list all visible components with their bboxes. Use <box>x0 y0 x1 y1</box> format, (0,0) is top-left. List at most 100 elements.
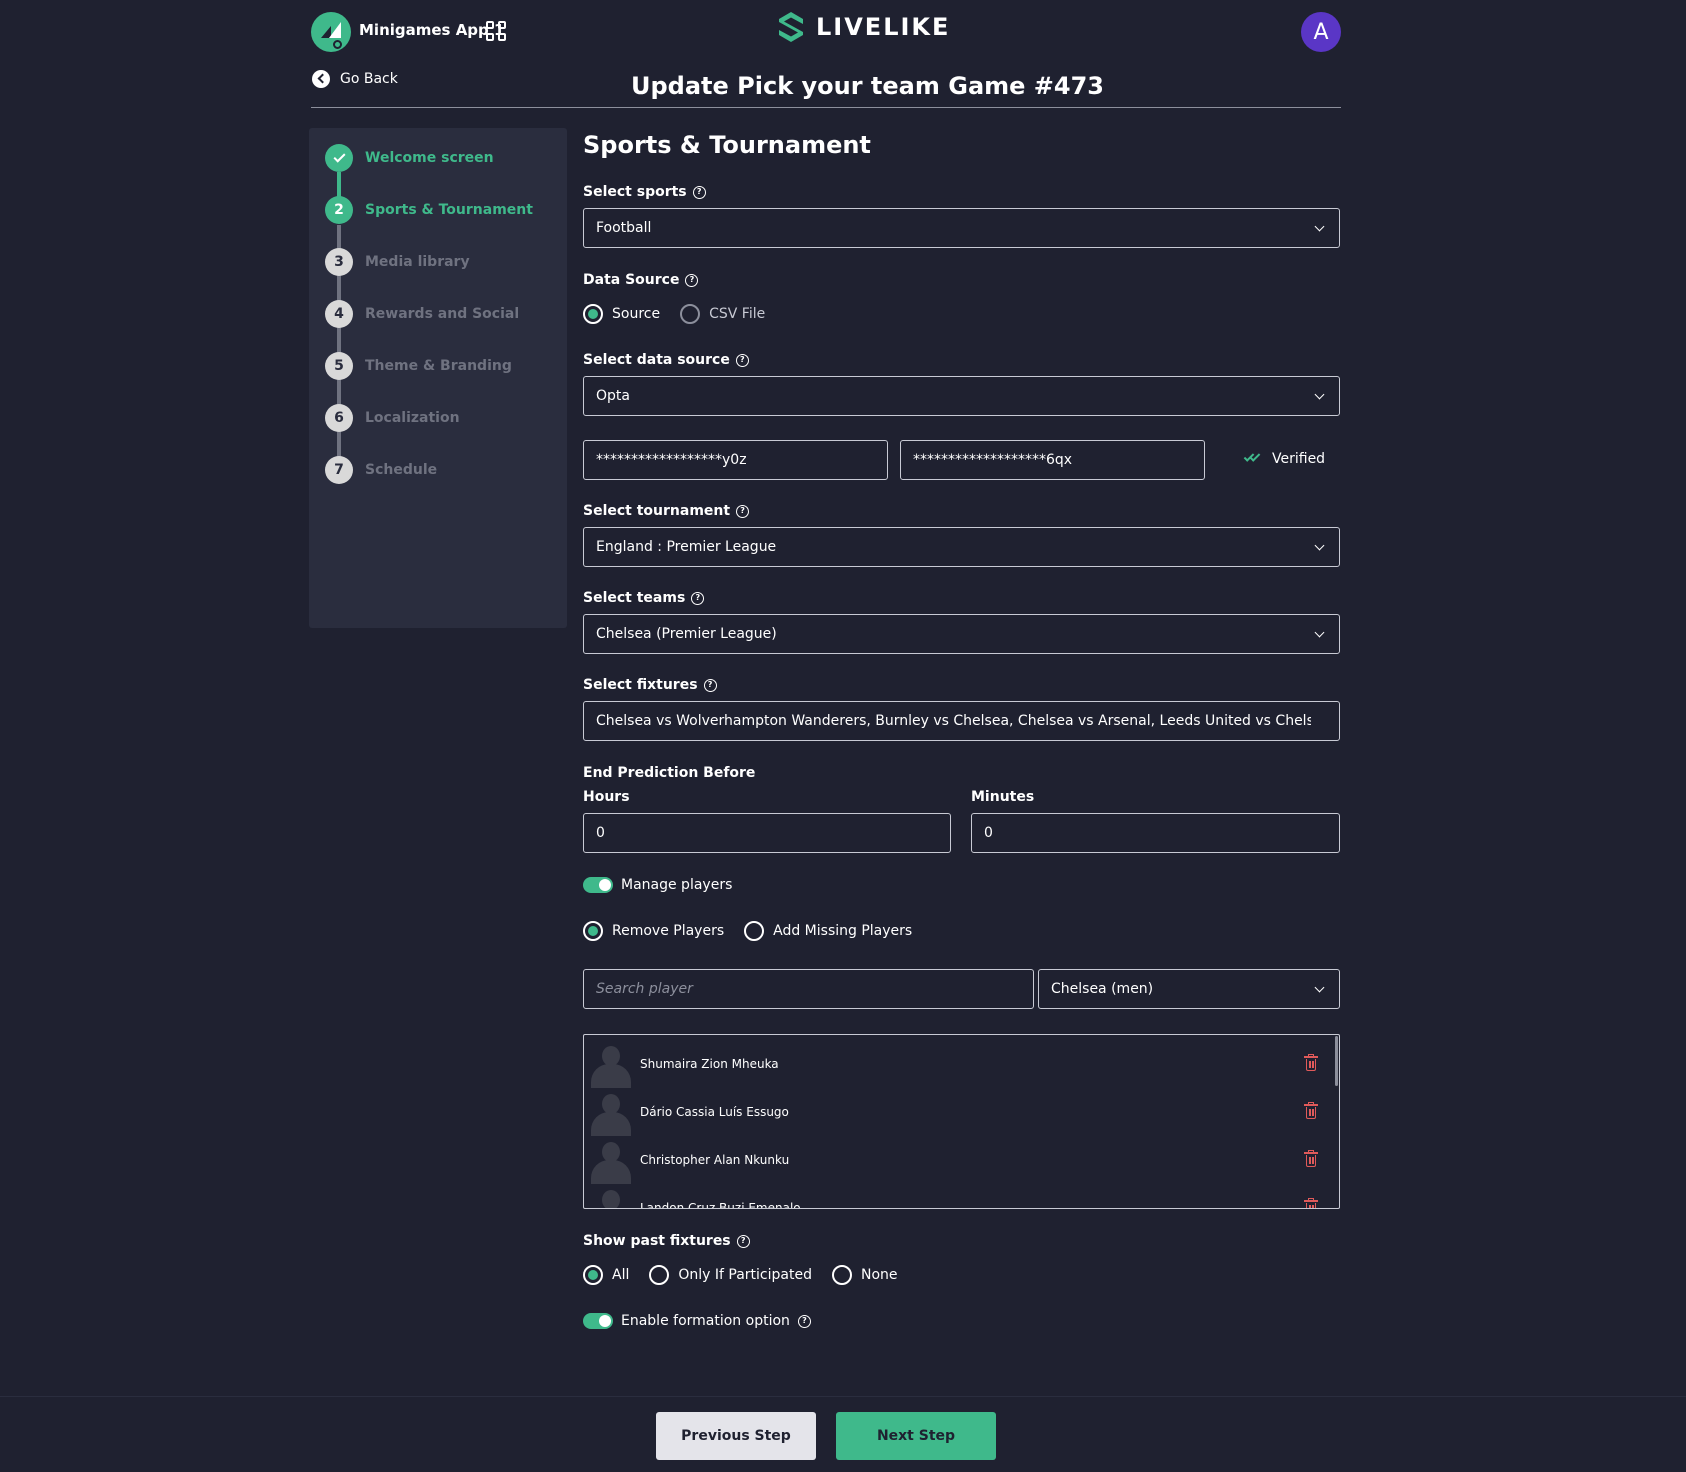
data-source-radio-group: Source CSV File <box>583 304 765 324</box>
past-fixtures-radio-group: All Only If Participated None <box>583 1265 898 1285</box>
app-logo <box>311 12 351 52</box>
step-label: Sports & Tournament <box>365 202 533 218</box>
api-key-input[interactable]: ******************y0z <box>583 440 888 480</box>
next-step-button[interactable]: Next Step <box>836 1412 996 1460</box>
section-title: Sports & Tournament <box>583 131 871 159</box>
data-source-select[interactable]: Opta <box>583 376 1340 416</box>
help-icon[interactable]: ? <box>736 504 750 518</box>
player-name: Landon Cruz Buzi Emenalo <box>640 1201 801 1209</box>
step-localization[interactable]: 6 Localization <box>325 404 460 432</box>
list-item: Landon Cruz Buzi Emenalo <box>590 1184 1330 1209</box>
radio-indicator <box>649 1265 670 1285</box>
step-label: Welcome screen <box>365 150 494 166</box>
step-label: Media library <box>365 254 470 270</box>
scrollbar-thumb[interactable] <box>1335 1036 1338 1086</box>
radio-remove-players[interactable]: Remove Players <box>583 921 724 941</box>
help-icon[interactable]: ? <box>736 1234 750 1248</box>
step-number: 7 <box>325 456 353 484</box>
player-list[interactable]: Shumaira Zion Mheuka Dário Cassia Luís E… <box>583 1034 1340 1209</box>
label-text: End Prediction Before <box>583 765 756 781</box>
manage-players-toggle[interactable] <box>583 877 613 893</box>
step-number: 4 <box>325 300 353 328</box>
player-name: Shumaira Zion Mheuka <box>640 1057 779 1071</box>
radio-all[interactable]: All <box>583 1265 629 1285</box>
help-icon[interactable]: ? <box>735 353 749 367</box>
radio-label: Only If Participated <box>678 1267 812 1283</box>
minutes-input[interactable]: 0 <box>971 813 1340 853</box>
step-label: Localization <box>365 410 460 426</box>
radio-add-missing-players[interactable]: Add Missing Players <box>744 921 912 941</box>
help-icon[interactable]: ? <box>685 273 699 287</box>
tournament-select[interactable]: England : Premier League <box>583 527 1340 567</box>
step-label: Theme & Branding <box>365 358 512 374</box>
list-item: Dário Cassia Luís Essugo <box>590 1088 1330 1136</box>
step-number: 6 <box>325 404 353 432</box>
user-avatar[interactable]: A <box>1301 12 1341 52</box>
double-check-icon <box>1243 451 1264 465</box>
title-divider <box>311 107 1341 108</box>
radio-only-if-participated[interactable]: Only If Participated <box>649 1265 812 1285</box>
app-grid-icon[interactable] <box>486 21 506 41</box>
input-value: 0 <box>984 825 993 841</box>
select-fixtures-label: Select fixtures ? <box>583 677 717 693</box>
team-filter-select[interactable]: Chelsea (men) <box>1038 969 1340 1009</box>
select-data-source-label: Select data source ? <box>583 352 749 368</box>
select-value: Opta <box>596 388 630 404</box>
livelike-s-icon <box>779 12 803 42</box>
chevron-down-icon <box>1314 540 1325 551</box>
step-schedule[interactable]: 7 Schedule <box>325 456 437 484</box>
app-name: Minigames App 1 <box>359 21 505 39</box>
search-player-input[interactable]: Search player <box>583 969 1034 1009</box>
radio-label: CSV File <box>709 306 766 322</box>
select-value: Football <box>596 220 652 236</box>
radio-csv-file[interactable]: CSV File <box>680 304 765 324</box>
step-rewards-social[interactable]: 4 Rewards and Social <box>325 300 519 328</box>
label-text: Show past fixtures <box>583 1233 731 1249</box>
help-icon[interactable]: ? <box>703 678 717 692</box>
page-title: Update Pick your team Game #473 <box>631 72 1104 100</box>
help-icon[interactable]: ? <box>797 1314 811 1328</box>
select-teams-label: Select teams ? <box>583 590 705 606</box>
radio-label: Remove Players <box>612 923 725 939</box>
help-icon[interactable]: ? <box>691 591 705 605</box>
trash-icon[interactable] <box>1304 1102 1318 1120</box>
trash-icon[interactable] <box>1304 1150 1318 1168</box>
help-icon[interactable]: ? <box>692 185 706 199</box>
step-welcome-screen[interactable]: Welcome screen <box>325 144 494 172</box>
step-media-library[interactable]: 3 Media library <box>325 248 470 276</box>
list-item: Christopher Alan Nkunku <box>590 1136 1330 1184</box>
player-mode-radio-group: Remove Players Add Missing Players <box>583 921 912 941</box>
teams-select[interactable]: Chelsea (Premier League) <box>583 614 1340 654</box>
radio-label: Add Missing Players <box>773 923 913 939</box>
formation-option-toggle[interactable] <box>583 1313 613 1329</box>
hours-input[interactable]: 0 <box>583 813 951 853</box>
label-text: Data Source <box>583 272 680 288</box>
step-theme-branding[interactable]: 5 Theme & Branding <box>325 352 512 380</box>
past-fixtures-label: Show past fixtures ? <box>583 1233 750 1249</box>
chevron-down-icon <box>1314 627 1325 638</box>
previous-step-button[interactable]: Previous Step <box>656 1412 816 1460</box>
brand-logo: LIVELIKE <box>776 10 950 44</box>
select-sports-label: Select sports ? <box>583 184 706 200</box>
step-sports-tournament[interactable]: 2 Sports & Tournament <box>325 196 533 224</box>
chevron-down-icon <box>1314 982 1325 993</box>
radio-source[interactable]: Source <box>583 304 660 324</box>
label-text: Select sports <box>583 184 687 200</box>
input-value: 0 <box>596 825 605 841</box>
verified-status: Verified <box>1243 451 1325 467</box>
trash-icon[interactable] <box>1304 1054 1318 1072</box>
radio-label: All <box>612 1267 630 1283</box>
trash-icon[interactable] <box>1304 1198 1318 1208</box>
chevron-down-icon <box>1314 221 1325 232</box>
label-text: Minutes <box>971 789 1035 805</box>
sports-select[interactable]: Football <box>583 208 1340 248</box>
select-value: Chelsea vs Wolverhampton Wanderers, Burn… <box>596 713 1311 729</box>
fixtures-select[interactable]: Chelsea vs Wolverhampton Wanderers, Burn… <box>583 701 1340 741</box>
label-text: Hours <box>583 789 630 805</box>
player-name: Dário Cassia Luís Essugo <box>640 1105 789 1119</box>
radio-none[interactable]: None <box>831 1265 898 1285</box>
radio-indicator <box>583 304 603 324</box>
select-value: Chelsea (men) <box>1051 981 1154 997</box>
api-secret-input[interactable]: *******************6qx <box>900 440 1205 480</box>
select-value: England : Premier League <box>596 539 777 555</box>
